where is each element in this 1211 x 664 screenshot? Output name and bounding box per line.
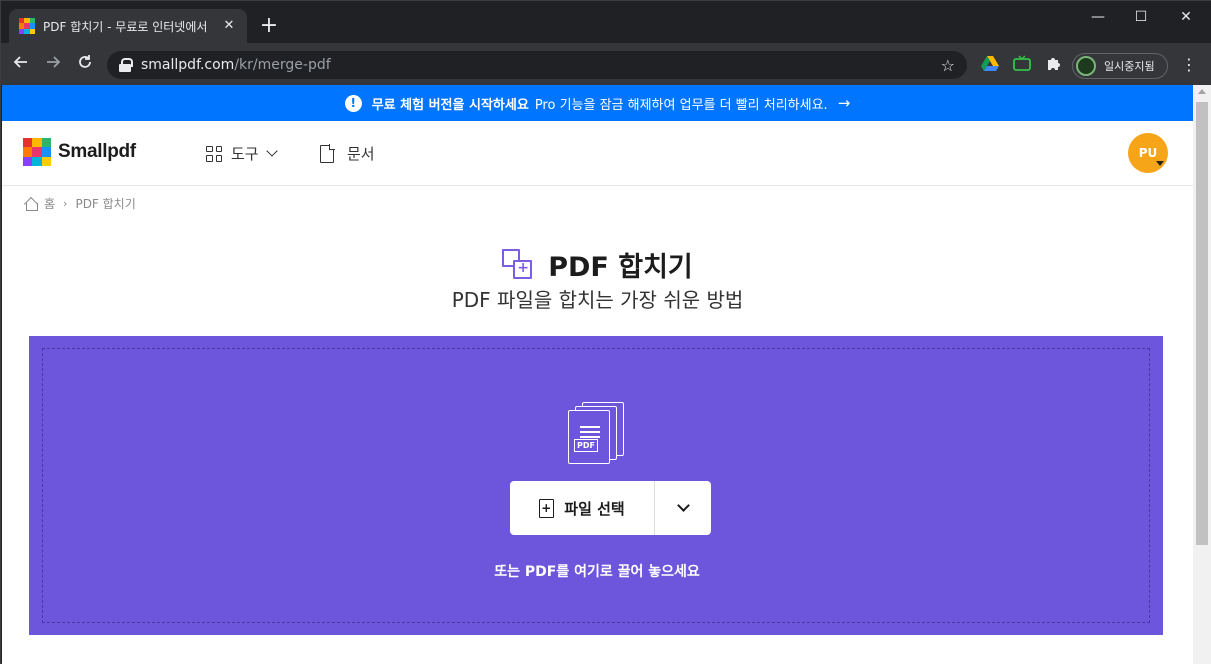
file-dropzone[interactable]: PDF 파일 선택 또는 PDF를 여기로 끌어 놓으세요 (29, 336, 1163, 635)
document-icon (320, 144, 335, 163)
pdf-files-illustration-icon: PDF (568, 402, 626, 464)
choose-file-button[interactable]: 파일 선택 (510, 481, 655, 535)
minimize-button[interactable]: — (1075, 9, 1121, 25)
promo-text: Pro 기능을 잠금 해제하여 업무를 더 빨리 처리하세요. (534, 97, 828, 113)
file-select-button-group: 파일 선택 (510, 481, 711, 535)
smallpdf-favicon-icon (19, 18, 35, 34)
page-title: PDF 합치기 (548, 252, 693, 283)
new-tab-button[interactable]: + (257, 15, 281, 39)
grid-icon (206, 145, 222, 162)
site-header: Smallpdf 도구 문서 PU (2, 121, 1193, 186)
url-path: /kr/merge-pdf (234, 57, 331, 73)
smallpdf-logo[interactable]: Smallpdf (23, 138, 136, 166)
breadcrumb: 홈 › PDF 합치기 (24, 195, 136, 212)
bookmark-star-icon[interactable]: ☆ (941, 56, 955, 75)
back-arrow-icon (13, 56, 27, 68)
profile-avatar (1076, 56, 1096, 76)
documents-label: 문서 (347, 145, 375, 163)
page-scrollbar[interactable] (1193, 85, 1211, 664)
close-window-button[interactable]: ✕ (1163, 9, 1209, 25)
forward-button[interactable] (41, 53, 65, 77)
documents-link[interactable]: 문서 (320, 143, 375, 164)
profile-status-label: 일시중지됨 (1104, 60, 1155, 73)
page-title-row: + PDF 합치기 (2, 245, 1193, 284)
tools-label: 도구 (231, 145, 259, 163)
promo-title: 무료 체험 버전을 시작하세요 (371, 97, 529, 113)
extensions-puzzle-icon[interactable] (1044, 55, 1064, 75)
brand-name: Smallpdf (58, 141, 136, 162)
url-host: smallpdf.com (141, 57, 235, 73)
avatar-caret-icon[interactable] (1156, 161, 1164, 166)
puzzle-icon (1048, 58, 1060, 70)
tools-menu[interactable]: 도구 (206, 143, 278, 164)
browser-menu-icon[interactable]: ⋮ (1179, 55, 1199, 74)
tv-extension-icon[interactable] (1012, 55, 1032, 75)
breadcrumb-current: PDF 합치기 (75, 197, 136, 211)
reload-icon (79, 55, 91, 68)
scroll-up-arrow-icon[interactable] (1198, 89, 1206, 94)
smallpdf-logo-icon (23, 138, 51, 166)
breadcrumb-home[interactable]: 홈 (44, 195, 55, 212)
scrollbar-thumb[interactable] (1196, 102, 1208, 545)
back-button[interactable] (9, 53, 33, 77)
chevron-down-icon (676, 499, 690, 512)
merge-pdf-icon: + (502, 248, 534, 281)
google-drive-extension-icon[interactable] (980, 55, 1000, 75)
browser-tab[interactable]: PDF 합치기 - 무료로 인터넷에서 ✕ (9, 9, 247, 43)
dropzone-dashed-border: PDF 파일 선택 또는 PDF를 여기로 끌어 놓으세요 (42, 348, 1150, 623)
lock-icon (119, 58, 133, 72)
forward-arrow-icon (47, 56, 61, 68)
more-sources-dropdown-button[interactable] (655, 481, 711, 535)
tab-strip: PDF 합치기 - 무료로 인터넷에서 ✕ + — ☐ ✕ (1, 1, 1211, 43)
file-add-icon (539, 498, 555, 518)
tab-title: PDF 합치기 - 무료로 인터넷에서 (43, 19, 208, 34)
drop-hint-text: 또는 PDF를 여기로 끌어 놓으세요 (494, 564, 700, 580)
reload-button[interactable] (73, 53, 97, 77)
page-subtitle: PDF 파일을 합치는 가장 쉬운 방법 (451, 288, 744, 312)
tv-icon (1013, 55, 1031, 71)
tab-close-icon[interactable]: ✕ (221, 18, 237, 34)
breadcrumb-separator: › (63, 197, 68, 210)
choose-file-label: 파일 선택 (564, 499, 625, 518)
home-icon[interactable] (24, 197, 38, 211)
page-viewport: ! 무료 체험 버전을 시작하세요 Pro 기능을 잠금 해제하여 업무를 더 … (2, 85, 1193, 664)
arrow-right-icon: → (837, 94, 851, 112)
chevron-down-icon (265, 145, 278, 157)
address-bar[interactable]: smallpdf.com /kr/merge-pdf ☆ (107, 51, 967, 79)
pdf-file-tag: PDF (574, 439, 598, 452)
profile-chip[interactable]: 일시중지됨 (1072, 53, 1168, 79)
alert-icon: ! (344, 94, 362, 112)
drive-icon (981, 56, 999, 71)
browser-window: PDF 합치기 - 무료로 인터넷에서 ✕ + — ☐ ✕ smallpdf.c… (0, 0, 1211, 664)
maximize-button[interactable]: ☐ (1118, 9, 1164, 25)
user-avatar[interactable]: PU (1128, 133, 1168, 173)
promo-banner[interactable]: ! 무료 체험 버전을 시작하세요 Pro 기능을 잠금 해제하여 업무를 더 … (2, 85, 1193, 121)
